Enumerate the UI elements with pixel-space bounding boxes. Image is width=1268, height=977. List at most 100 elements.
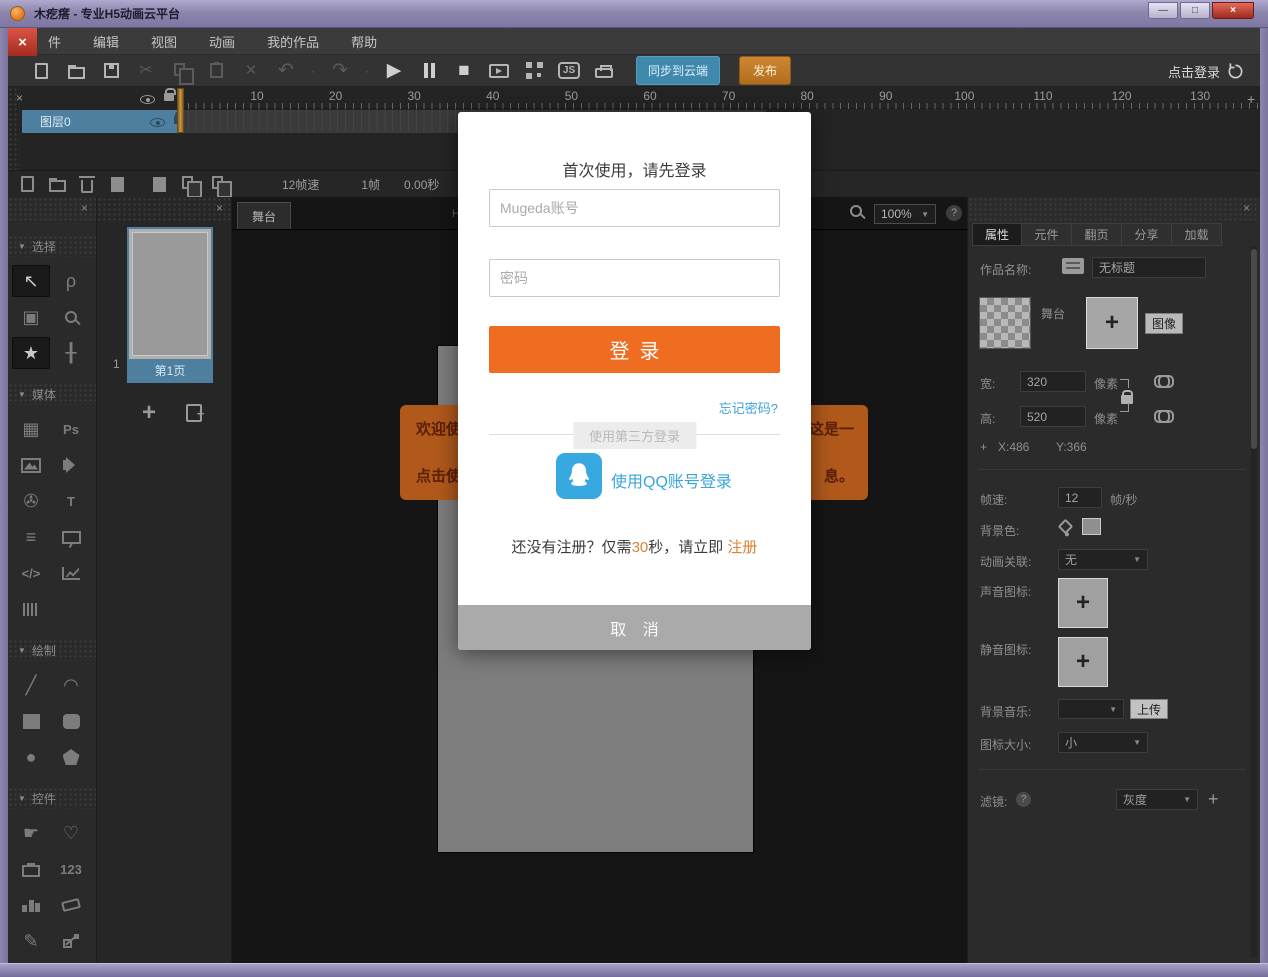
- zoom-dropdown-icon[interactable]: ▼: [921, 210, 929, 219]
- tool-vote[interactable]: [12, 853, 50, 885]
- tool-rectangle[interactable]: [12, 705, 50, 737]
- tool-paragraph[interactable]: ≡: [12, 521, 50, 553]
- properties-tab-2[interactable]: 元件: [1022, 223, 1072, 246]
- width-link-icon[interactable]: [1154, 373, 1174, 387]
- add-page-button[interactable]: +: [135, 399, 163, 427]
- zoom-level-select[interactable]: 100% ▼: [874, 204, 936, 224]
- stage-image-button[interactable]: 图像: [1145, 313, 1183, 334]
- tool-transform[interactable]: ▣: [12, 301, 50, 333]
- menu-item-4[interactable]: 动画: [209, 32, 235, 51]
- clear-keyframe-icon[interactable]: [208, 173, 230, 195]
- stop-icon[interactable]: ■: [453, 60, 475, 82]
- new-file-icon[interactable]: [30, 60, 52, 82]
- menu-item-1[interactable]: 件: [48, 32, 61, 51]
- publish-button[interactable]: 发布: [739, 56, 791, 85]
- project-title-input[interactable]: 无标题: [1092, 257, 1206, 278]
- register-link[interactable]: 注册: [727, 539, 757, 556]
- toolbox-header[interactable]: ×: [8, 197, 96, 221]
- anim-link-select[interactable]: 无 ▼: [1058, 549, 1148, 570]
- tool-ranking[interactable]: [12, 889, 50, 921]
- delete-layer-icon[interactable]: [76, 173, 98, 195]
- width-input[interactable]: 320: [1020, 371, 1086, 392]
- save-icon[interactable]: [100, 60, 122, 82]
- qrcode-icon[interactable]: [523, 60, 545, 82]
- toolbox-close-icon[interactable]: ×: [81, 201, 88, 215]
- menu-item-3[interactable]: 视图: [151, 32, 177, 51]
- redo-dropdown-icon[interactable]: ·: [364, 60, 370, 82]
- menu-item-2[interactable]: 编辑: [93, 32, 119, 51]
- sync-to-cloud-button[interactable]: 同步到云端: [636, 56, 720, 85]
- minimize-button[interactable]: —: [1148, 2, 1178, 19]
- layer-row[interactable]: 图层0: [22, 110, 180, 133]
- add-filter-icon[interactable]: +: [1208, 789, 1219, 810]
- tool-select-cursor[interactable]: ↖: [12, 265, 50, 297]
- layers-lock-icon[interactable]: [164, 87, 174, 104]
- scrollbar-thumb[interactable]: [1251, 249, 1257, 449]
- preview-icon[interactable]: [488, 60, 510, 82]
- close-panel-button[interactable]: ×: [8, 28, 37, 56]
- section-collapse-icon[interactable]: ▼: [18, 242, 26, 251]
- properties-tab-4[interactable]: 分享: [1122, 223, 1172, 246]
- filter-select[interactable]: 灰度 ▼: [1116, 789, 1198, 810]
- open-file-icon[interactable]: [65, 60, 87, 82]
- tool-guides[interactable]: ╂: [52, 337, 90, 369]
- js-export-icon[interactable]: JS: [558, 60, 580, 82]
- tool-code[interactable]: </>: [12, 557, 50, 589]
- new-folder-icon[interactable]: [46, 173, 68, 195]
- tool-lasso[interactable]: ρ: [52, 265, 90, 297]
- properties-tab-5[interactable]: 加载: [1172, 223, 1222, 246]
- play-icon[interactable]: ▶: [383, 60, 405, 82]
- tool-coupon[interactable]: [52, 889, 90, 921]
- pages-close-icon[interactable]: ×: [216, 201, 223, 215]
- tool-audio[interactable]: [52, 449, 90, 481]
- properties-scrollbar[interactable]: [1251, 247, 1257, 957]
- tool-component-library[interactable]: ▦: [12, 413, 50, 445]
- delete-icon[interactable]: ×: [240, 60, 262, 82]
- menu-item-5[interactable]: 我的作品: [267, 32, 319, 51]
- maximize-button[interactable]: □: [1180, 2, 1210, 19]
- tool-line[interactable]: ╱: [12, 669, 50, 701]
- redo-icon[interactable]: ↷: [329, 60, 351, 82]
- login-button[interactable]: 登录: [489, 326, 780, 373]
- tool-curve[interactable]: ◠: [52, 669, 90, 701]
- device-preview-icon[interactable]: [593, 60, 615, 82]
- tool-symbol[interactable]: ★: [12, 337, 50, 369]
- paint-bucket-icon[interactable]: [1060, 521, 1075, 535]
- timeline-playhead[interactable]: [177, 88, 184, 133]
- height-input[interactable]: 520: [1020, 406, 1086, 427]
- tool-signature[interactable]: ✎: [12, 925, 50, 957]
- add-frames-icon[interactable]: +: [1247, 91, 1255, 107]
- properties-header[interactable]: ×: [968, 197, 1260, 221]
- tool-whiteboard[interactable]: [52, 521, 90, 553]
- window-close-button[interactable]: ×: [1212, 2, 1254, 19]
- blank-frame-icon[interactable]: [106, 173, 128, 195]
- layers-visibility-icon[interactable]: [140, 93, 155, 107]
- tool-rounded-rectangle[interactable]: [52, 705, 90, 737]
- login-entry-label[interactable]: 点击登录: [1168, 62, 1220, 81]
- login-entry[interactable]: 点击登录: [1168, 55, 1244, 87]
- paste-icon[interactable]: [205, 60, 227, 82]
- tool-video[interactable]: ✇: [12, 485, 50, 517]
- bg-music-select[interactable]: ▼: [1058, 699, 1124, 719]
- cut-icon[interactable]: ✂: [135, 60, 157, 82]
- height-link-icon[interactable]: [1154, 408, 1174, 422]
- section-collapse-icon[interactable]: ▼: [18, 390, 26, 399]
- account-input[interactable]: [489, 189, 780, 227]
- tool-text[interactable]: T: [52, 485, 90, 517]
- properties-close-icon[interactable]: ×: [1243, 201, 1250, 215]
- canvas-help-icon[interactable]: ?: [946, 205, 962, 221]
- tool-barcode[interactable]: [12, 593, 50, 625]
- properties-tab-1[interactable]: 属性: [972, 223, 1022, 246]
- copy-icon[interactable]: [170, 60, 192, 82]
- stage-color-swatch[interactable]: [979, 297, 1031, 349]
- password-input[interactable]: [489, 259, 780, 297]
- new-layer-icon[interactable]: [16, 173, 38, 195]
- cancel-button[interactable]: 取 消: [458, 605, 811, 650]
- timeline-close-icon[interactable]: ×: [16, 91, 23, 105]
- tool-polygon[interactable]: [52, 741, 90, 773]
- duplicate-page-button[interactable]: +: [181, 399, 209, 427]
- zoom-search-icon[interactable]: [850, 205, 862, 220]
- section-collapse-icon[interactable]: ▼: [18, 646, 26, 655]
- tool-photoshop[interactable]: Ps: [52, 413, 90, 445]
- mute-icon-add-button[interactable]: +: [1058, 637, 1108, 687]
